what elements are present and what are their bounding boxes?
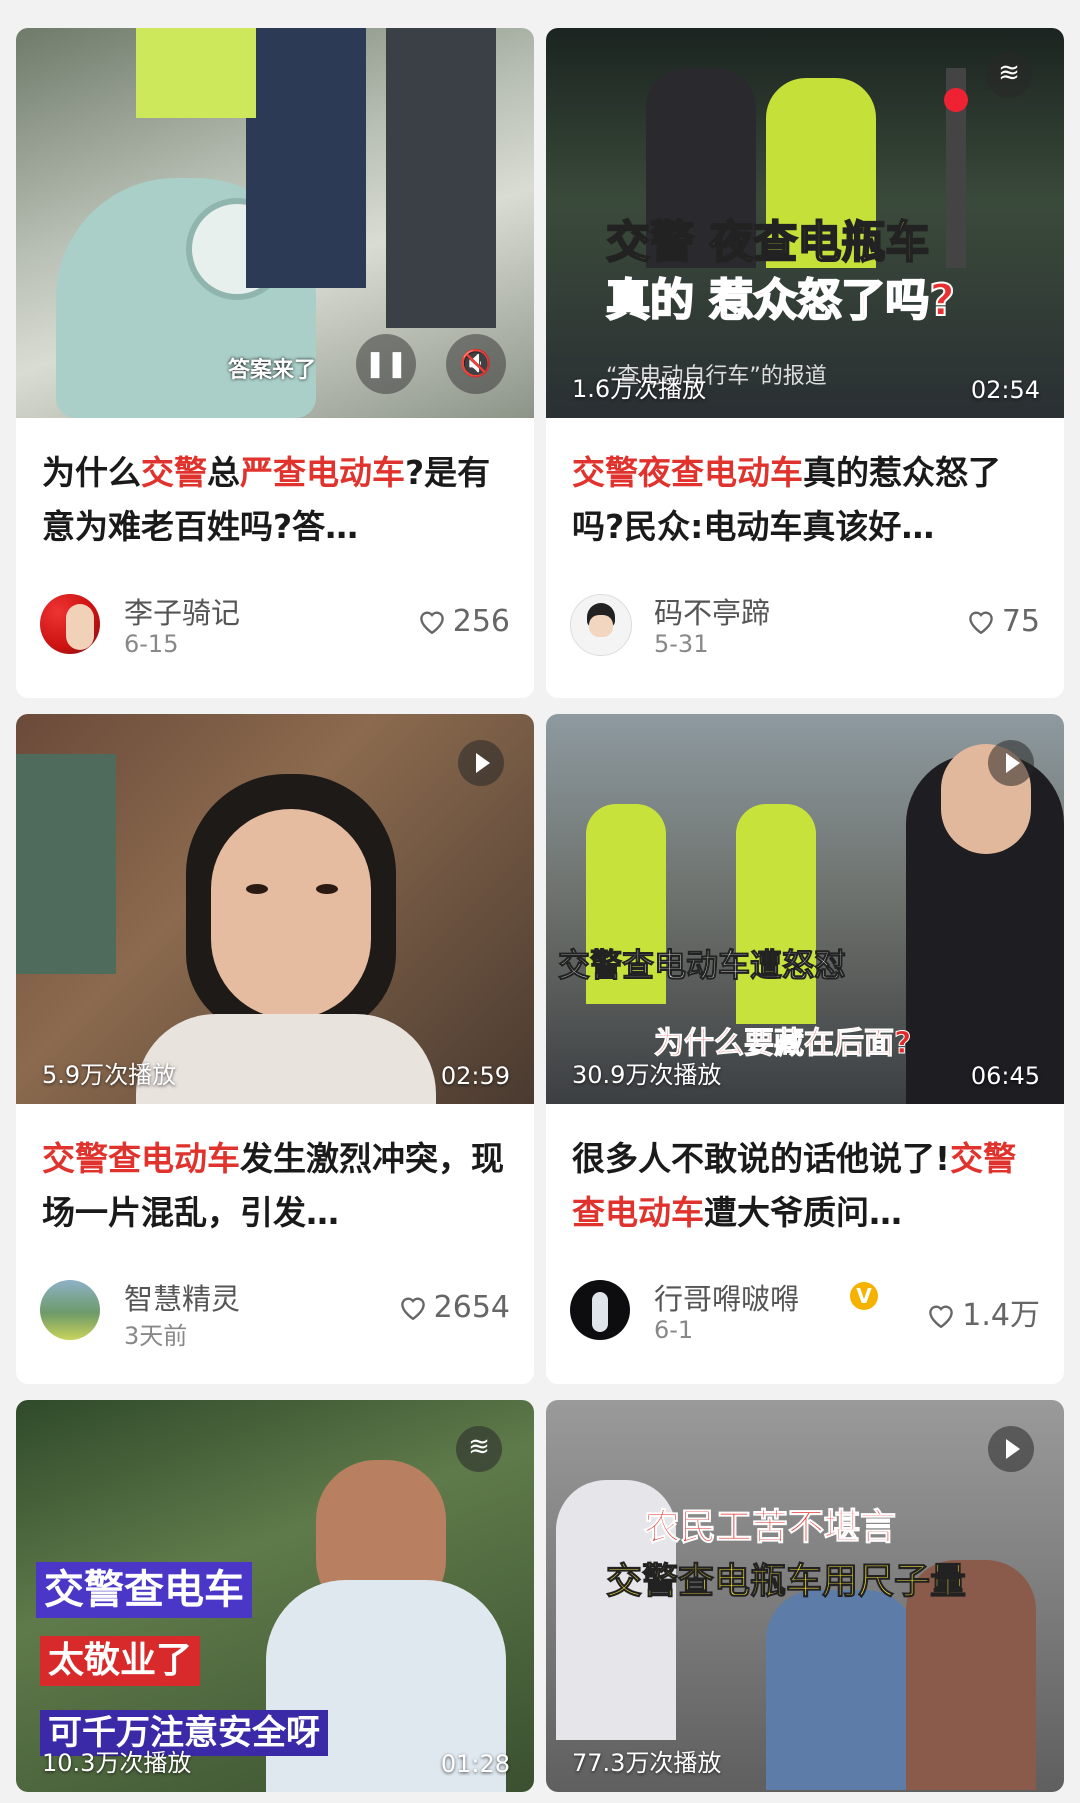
- view-count: 77.3万次播放: [572, 1749, 722, 1777]
- video-duration: 06:45: [970, 1062, 1040, 1090]
- title-text: 为什么: [42, 453, 141, 492]
- video-overlay-title: 真的 惹众怒了吗?: [605, 274, 956, 327]
- mute-button[interactable]: 🔇: [446, 334, 506, 394]
- avatar[interactable]: [40, 594, 100, 654]
- video-duration: 02:59: [440, 1062, 510, 1090]
- pause-button[interactable]: ❚❚: [356, 334, 416, 394]
- video-overlay-title: 交警查电车: [36, 1562, 252, 1618]
- video-overlay-title: 交警 夜查电瓶车: [605, 216, 930, 269]
- post-date: 6-1: [654, 1316, 694, 1344]
- like-count: 256: [452, 604, 510, 639]
- author-row[interactable]: 智慧精灵 3天前 2654: [40, 1280, 510, 1350]
- like-count: 2654: [433, 1290, 510, 1325]
- video-card-6[interactable]: 农民工苦不堪言 交警查电瓶车用尺子量 77.3万次播放: [546, 1400, 1064, 1792]
- view-count: 1.6万次播放: [572, 375, 707, 403]
- layers-icon: [456, 1426, 502, 1472]
- play-icon[interactable]: [458, 740, 504, 786]
- title-text: 总: [207, 453, 240, 492]
- video-duration: 01:28: [440, 1750, 510, 1778]
- title-highlight: 交警查电动车: [42, 1139, 240, 1178]
- author-name[interactable]: 智慧精灵: [124, 1276, 240, 1318]
- heart-icon: [400, 1297, 425, 1320]
- video-thumbnail[interactable]: 交警查电车 太敬业了 可千万注意安全呀 10.3万次播放 01:28: [16, 1400, 534, 1792]
- heart-icon: [968, 611, 993, 634]
- title-highlight: 严查电动车: [240, 453, 405, 492]
- author-name[interactable]: 码不亭蹄: [654, 590, 770, 632]
- video-card-1[interactable]: 答案来了 ❚❚ 🔇 为什么交警总严查电动车?是有意为难老百姓吗?答… 李子骑记 …: [16, 28, 534, 698]
- author-row[interactable]: 行哥嘚啵嘚 V 6-1 1.4万: [570, 1280, 1040, 1344]
- post-date: 3天前: [124, 1322, 188, 1350]
- like-count: 75: [1001, 604, 1040, 639]
- play-icon[interactable]: [988, 740, 1034, 786]
- view-count: 5.9万次播放: [42, 1061, 177, 1089]
- like-count: 1.4万: [962, 1298, 1040, 1333]
- video-thumbnail[interactable]: 农民工苦不堪言 交警查电瓶车用尺子量 77.3万次播放: [546, 1400, 1064, 1792]
- video-thumbnail[interactable]: 5.9万次播放 02:59: [16, 714, 534, 1104]
- video-card-3[interactable]: 5.9万次播放 02:59 交警查电动车发生激烈冲突，现场一片混乱，引发… 智慧…: [16, 714, 534, 1384]
- video-card-4[interactable]: 交警查电动车遭怒怼 为什么要藏在后面? 30.9万次播放 06:45 很多人不敢…: [546, 714, 1064, 1384]
- view-count: 10.3万次播放: [42, 1749, 192, 1777]
- video-title[interactable]: 交警夜查电动车真的惹众怒了吗?民众:电动车真该好…: [572, 446, 1044, 554]
- title-highlight: 交警: [141, 453, 207, 492]
- video-title[interactable]: 为什么交警总严查电动车?是有意为难老百姓吗?答…: [42, 446, 514, 554]
- like-button[interactable]: 1.4万: [926, 1290, 1040, 1334]
- author-name[interactable]: 行哥嘚啵嘚: [654, 1276, 799, 1318]
- title-highlight: 交警夜查电动车: [572, 453, 803, 492]
- video-title[interactable]: 很多人不敢说的话他说了!交警查电动车遭大爷质问…: [572, 1132, 1044, 1240]
- avatar[interactable]: [570, 1280, 630, 1340]
- video-card-5[interactable]: 交警查电车 太敬业了 可千万注意安全呀 10.3万次播放 01:28: [16, 1400, 534, 1792]
- video-overlay-title: 交警查电瓶车用尺子量: [605, 1561, 967, 1603]
- like-button[interactable]: 256: [417, 604, 510, 639]
- video-card-2[interactable]: 交警 夜查电瓶车 真的 惹众怒了吗? “查电动自行车”的报道 1.6万次播放 0…: [546, 28, 1064, 698]
- video-overlay-title: 太敬业了: [40, 1636, 201, 1686]
- avatar[interactable]: [40, 1280, 100, 1340]
- heart-icon: [929, 1305, 954, 1328]
- avatar[interactable]: [570, 594, 632, 656]
- author-row[interactable]: 码不亭蹄 5-31 75: [570, 594, 1040, 658]
- verified-badge-icon: V: [850, 1282, 878, 1310]
- title-text: 很多人不敢说的话他说了!: [572, 1139, 951, 1178]
- video-duration: 02:54: [970, 376, 1040, 404]
- heart-icon: [419, 611, 444, 634]
- post-date: 5-31: [654, 630, 709, 658]
- video-title[interactable]: 交警查电动车发生激烈冲突，现场一片混乱，引发…: [42, 1132, 514, 1240]
- author-name[interactable]: 李子骑记: [124, 590, 240, 632]
- video-thumbnail[interactable]: 答案来了 ❚❚ 🔇: [16, 28, 534, 418]
- author-row[interactable]: 李子骑记 6-15 256: [40, 594, 510, 658]
- video-caption: 答案来了: [228, 358, 317, 383]
- play-icon[interactable]: [988, 1426, 1034, 1472]
- video-thumbnail[interactable]: 交警 夜查电瓶车 真的 惹众怒了吗? “查电动自行车”的报道 1.6万次播放 0…: [546, 28, 1064, 418]
- title-text: 遭大爷质问…: [704, 1193, 902, 1232]
- video-thumbnail[interactable]: 交警查电动车遭怒怼 为什么要藏在后面? 30.9万次播放 06:45: [546, 714, 1064, 1104]
- video-overlay-title: 交警查电动车遭怒怼: [557, 946, 847, 985]
- like-button[interactable]: 75: [966, 604, 1040, 639]
- like-button[interactable]: 2654: [398, 1290, 510, 1325]
- post-date: 6-15: [124, 630, 179, 658]
- layers-icon: [986, 52, 1032, 98]
- video-overlay-title: 农民工苦不堪言: [643, 1507, 897, 1549]
- view-count: 30.9万次播放: [572, 1061, 722, 1089]
